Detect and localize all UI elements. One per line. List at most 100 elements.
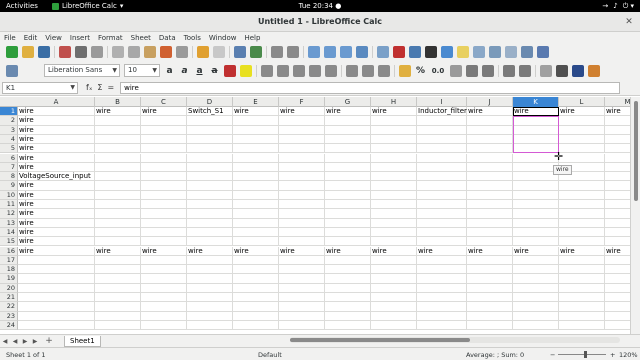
sort-descending-icon[interactable] — [340, 46, 352, 58]
decrease-indent-icon[interactable] — [519, 64, 531, 77]
cell-e17[interactable] — [233, 255, 279, 266]
cell-e11[interactable] — [233, 200, 279, 210]
cell-j14[interactable] — [467, 227, 513, 238]
strikethrough-button[interactable]: a — [209, 66, 220, 76]
cell-g12[interactable] — [325, 209, 371, 219]
cell-m20[interactable] — [605, 284, 630, 293]
cell-h13[interactable] — [371, 218, 417, 228]
show-draw-functions-icon[interactable] — [537, 46, 549, 58]
cell-l23[interactable] — [559, 311, 605, 321]
cell-k21[interactable] — [513, 293, 559, 303]
network-icon[interactable]: → — [602, 2, 608, 11]
vertical-scrollbar[interactable] — [630, 97, 640, 337]
sort-ascending-icon[interactable] — [324, 46, 336, 58]
cell-g24[interactable] — [325, 320, 371, 331]
cell-m13[interactable] — [605, 219, 630, 228]
cut-icon[interactable] — [112, 46, 124, 58]
cell-f20[interactable] — [279, 283, 325, 293]
cell-l5[interactable] — [559, 144, 605, 154]
row-header-20[interactable]: 20 — [0, 283, 18, 293]
italic-button[interactable]: a — [179, 66, 190, 76]
borders-icon[interactable] — [540, 64, 552, 77]
cell-b7[interactable] — [95, 162, 141, 173]
row-header-11[interactable]: 11 — [0, 200, 18, 210]
cell-h1[interactable]: wire — [371, 107, 417, 117]
open-folder-icon[interactable] — [22, 46, 34, 58]
increase-indent-icon[interactable] — [503, 64, 515, 77]
cell-i8[interactable] — [417, 172, 467, 182]
cell-m22[interactable] — [605, 302, 630, 312]
cell-m15[interactable] — [605, 237, 630, 247]
conditional-format-icon[interactable] — [588, 64, 600, 77]
cell-l17[interactable] — [559, 255, 605, 266]
zoom-in-button[interactable]: + — [610, 351, 615, 359]
cell-g22[interactable] — [325, 302, 371, 312]
cell-l12[interactable] — [559, 209, 605, 219]
cell-g17[interactable] — [325, 255, 371, 266]
cell-l1[interactable]: wire — [559, 107, 605, 117]
cell-e15[interactable] — [233, 237, 279, 247]
add-decimal-icon[interactable] — [466, 64, 478, 77]
cell-g19[interactable] — [325, 274, 371, 284]
cell-g20[interactable] — [325, 283, 371, 293]
menu-edit[interactable]: Edit — [24, 34, 38, 42]
row-header-21[interactable]: 21 — [0, 293, 18, 303]
cell-k20[interactable] — [513, 283, 559, 293]
cell-b3[interactable] — [95, 125, 141, 135]
cell-i20[interactable] — [417, 283, 467, 293]
cell-h24[interactable] — [371, 320, 417, 331]
cell-i22[interactable] — [417, 302, 467, 312]
redo-icon[interactable] — [213, 46, 225, 58]
cell-b8[interactable] — [95, 172, 141, 182]
row-header-12[interactable]: 12 — [0, 209, 18, 219]
copy-icon[interactable] — [128, 46, 140, 58]
cell-e21[interactable] — [233, 293, 279, 303]
function-wizard-icon[interactable]: fₓ — [86, 83, 92, 92]
cell-m1[interactable]: wire — [605, 107, 630, 117]
column-header-i[interactable]: I — [417, 97, 467, 107]
cell-c23[interactable] — [141, 311, 187, 321]
cell-i16[interactable]: wire — [417, 246, 467, 256]
percent-format-button[interactable]: % — [415, 66, 426, 76]
spreadsheet-grid[interactable]: ABCDEFGHIJKLM 1 2 3 4 5 6 7 8 9 10 11 12 13 14 15 16 17 1… — [0, 97, 630, 334]
font-color-icon[interactable] — [224, 64, 236, 77]
cell-b9[interactable] — [95, 181, 141, 191]
cell-f22[interactable] — [279, 302, 325, 312]
cell-m3[interactable] — [605, 126, 630, 135]
cell-l6[interactable] — [559, 153, 605, 163]
row-header-7[interactable]: 7 — [0, 162, 18, 173]
new-spreadsheet-icon[interactable] — [6, 46, 18, 58]
print-icon[interactable] — [75, 46, 87, 58]
cell-d7[interactable] — [187, 162, 233, 173]
freeze-rows-icon[interactable] — [505, 46, 517, 58]
cell-k9[interactable] — [513, 181, 559, 191]
cell-l4[interactable] — [559, 134, 605, 145]
cell-i18[interactable] — [417, 265, 467, 275]
cell-b21[interactable] — [95, 293, 141, 303]
cell-m4[interactable] — [605, 135, 630, 145]
cell-h14[interactable] — [371, 227, 417, 238]
menu-file[interactable]: File — [4, 34, 16, 42]
cell-f4[interactable] — [279, 134, 325, 145]
cell-h4[interactable] — [371, 134, 417, 145]
menu-format[interactable]: Format — [98, 34, 123, 42]
cell-e24[interactable] — [233, 320, 279, 331]
cell-i5[interactable] — [417, 144, 467, 154]
cell-f5[interactable] — [279, 144, 325, 154]
cell-g6[interactable] — [325, 153, 371, 163]
activities-button[interactable]: Activities — [6, 2, 38, 10]
column-header-c[interactable]: C — [141, 97, 187, 107]
cell-d22[interactable] — [187, 302, 233, 312]
next-sheet-icon[interactable]: ▶ — [20, 338, 30, 345]
row-header-18[interactable]: 18 — [0, 265, 18, 275]
cell-c19[interactable] — [141, 274, 187, 284]
cell-e3[interactable] — [233, 125, 279, 135]
cell-g16[interactable]: wire — [325, 246, 371, 256]
cell-h23[interactable] — [371, 311, 417, 321]
cell-a12[interactable]: wire — [18, 209, 95, 219]
row-header-23[interactable]: 23 — [0, 311, 18, 321]
cell-b17[interactable] — [95, 255, 141, 266]
paste-icon[interactable] — [144, 46, 156, 58]
column-header-h[interactable]: H — [371, 97, 417, 107]
cell-l3[interactable] — [559, 125, 605, 135]
